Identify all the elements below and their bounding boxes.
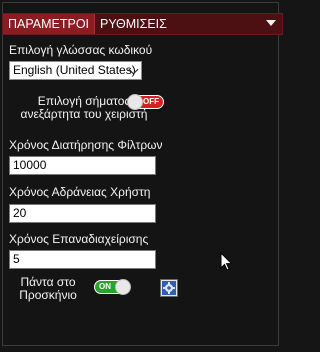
retry-time-input[interactable]: 5 xyxy=(9,250,156,269)
always-on-top-state: ON xyxy=(99,282,111,291)
signal-toggle-state: OFF xyxy=(143,97,159,106)
language-label: Επιλογή γλώσσας κωδικού xyxy=(9,43,153,57)
always-on-top-toggle[interactable]: ON xyxy=(94,279,131,295)
tab-bar: ΠΑΡΑΜΕΤΡΟΙ ΡΥΘΜΙΣΕΙΣ xyxy=(2,13,283,35)
mouse-pointer-icon xyxy=(220,252,233,271)
user-idle-label: Χρόνος Αδράνειας Χρήστη xyxy=(9,185,151,199)
settings-gear-icon xyxy=(162,281,176,295)
always-on-top-label: Πάντα στο Προσκήνιο xyxy=(16,276,80,302)
tab-settings[interactable]: ΡΥΘΜΙΣΕΙΣ xyxy=(95,14,172,34)
always-on-top-label-line2: Προσκήνιο xyxy=(19,288,77,302)
always-on-top-knob xyxy=(115,279,131,295)
signal-toggle-label-line2: ανεξάρτητα του χειριστή xyxy=(20,107,148,121)
language-select-value: English (United States) xyxy=(13,63,136,77)
filter-retention-label: Χρόνος Διατήρησης Φίλτρων xyxy=(9,138,163,152)
filter-retention-input[interactable]: 10000 xyxy=(9,156,156,175)
settings-gear-button[interactable] xyxy=(160,279,178,297)
signal-toggle-knob xyxy=(127,94,143,110)
user-idle-input[interactable]: 20 xyxy=(9,204,156,223)
tab-parameters[interactable]: ΠΑΡΑΜΕΤΡΟΙ xyxy=(3,14,96,34)
retry-time-label: Χρόνος Επαναδιαχείρισης xyxy=(9,232,149,246)
tab-dropdown-arrow-icon[interactable] xyxy=(266,20,276,26)
language-select[interactable]: English (United States) xyxy=(9,61,142,80)
signal-toggle[interactable]: OFF xyxy=(127,94,164,110)
